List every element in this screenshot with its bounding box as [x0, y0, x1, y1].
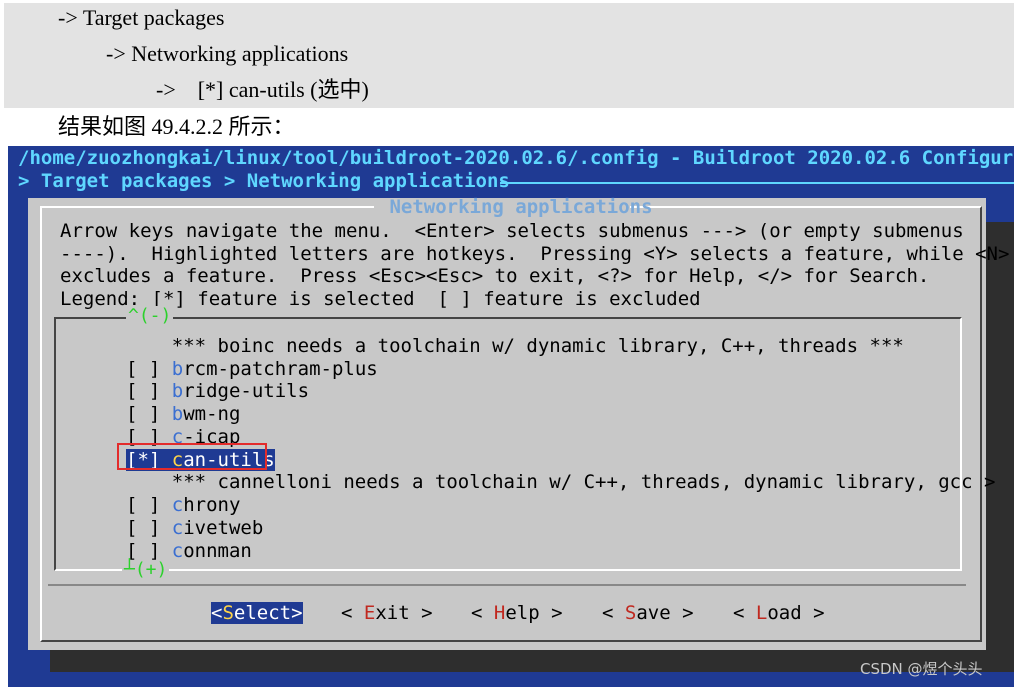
checkbox[interactable]: [ ]: [126, 403, 160, 425]
hotkey-letter: c: [171, 494, 184, 516]
annotation-highlight-box: [117, 443, 267, 470]
hotkey-letter: c: [171, 540, 184, 562]
save-button[interactable]: < Save >: [602, 602, 694, 624]
menu-comment-boinc: *** boinc needs a toolchain w/ dynamic l…: [171, 335, 904, 357]
select-button[interactable]: <Select>: [211, 602, 303, 624]
menu-item-label: ivetweb: [183, 517, 264, 539]
menu-dialog: Networking applications Arrow keys navig…: [28, 196, 1009, 650]
doc-line-target-packages: -> Target packages: [58, 5, 225, 30]
menu-item-civetweb[interactable]: [ ] civetweb: [126, 517, 263, 539]
hotkey-letter: b: [171, 403, 184, 425]
help-line-2: ----). Highlighted letters are hotkeys. …: [60, 243, 1010, 265]
help-line-3: excludes a feature. Press <Esc><Esc> to …: [60, 265, 930, 287]
button-separator: [48, 584, 966, 586]
menu-item-bwm-ng[interactable]: [ ] bwm-ng: [126, 403, 240, 425]
doc-caption: 结果如图 49.4.2.2 所示：: [58, 114, 295, 139]
checkbox[interactable]: [ ]: [126, 380, 160, 402]
hotkey-letter: c: [171, 517, 184, 539]
breadcrumb: > Target packages > Networking applicati…: [18, 170, 510, 192]
help-button[interactable]: < Help >: [471, 602, 563, 624]
menu-item-chrony[interactable]: [ ] chrony: [126, 494, 240, 516]
exit-button[interactable]: < Exit >: [341, 602, 433, 624]
menu-item-label: wm-ng: [183, 403, 241, 425]
watermark: CSDN @煜个头头: [860, 660, 983, 678]
doc-line-can-utils: -> [*] can-utils (选中): [156, 77, 369, 102]
hotkey-letter: b: [171, 380, 184, 402]
doc-line-networking: -> Networking applications: [106, 41, 349, 66]
doc-instructions-box: -> Target packages -> Networking applica…: [4, 3, 1014, 108]
checkbox[interactable]: [ ]: [126, 517, 160, 539]
menu-comment-cannelloni: *** cannelloni needs a toolchain w/ C++,…: [171, 471, 996, 493]
config-path-title: /home/zuozhongkai/linux/tool/buildroot-2…: [18, 147, 1014, 169]
menuconfig-terminal: /home/zuozhongkai/linux/tool/buildroot-2…: [8, 146, 1014, 687]
breadcrumb-rule: [500, 182, 1014, 184]
dialog-title: Networking applications: [378, 196, 664, 218]
menu-item-bridge-utils[interactable]: [ ] bridge-utils: [126, 380, 309, 402]
help-line-1: Arrow keys navigate the menu. <Enter> se…: [60, 220, 964, 242]
menu-item-label: hrony: [183, 494, 241, 516]
checkbox[interactable]: [ ]: [126, 494, 160, 516]
scroll-up-indicator: ^(-): [126, 305, 174, 326]
scroll-down-indicator: ┴(+): [122, 559, 170, 580]
menu-item-brcm-patchram-plus[interactable]: [ ] brcm-patchram-plus: [126, 358, 378, 380]
menu-item-label: ridge-utils: [183, 380, 310, 402]
load-button[interactable]: < Load >: [733, 602, 825, 624]
menu-item-label: onnman: [183, 540, 252, 562]
menu-item-label: rcm-patchram-plus: [183, 358, 378, 380]
hotkey-letter: b: [171, 358, 184, 380]
checkbox[interactable]: [ ]: [126, 358, 160, 380]
